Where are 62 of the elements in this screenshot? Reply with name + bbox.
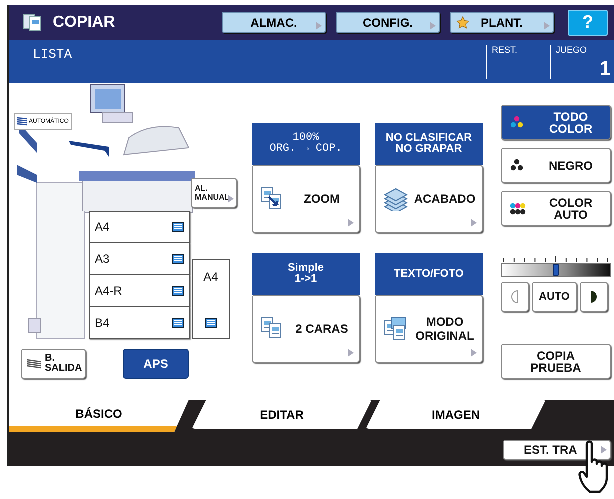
header-button[interactable]: PLANT. bbox=[450, 12, 554, 33]
half-moon-icon bbox=[590, 290, 598, 304]
arrow-icon bbox=[601, 446, 607, 454]
bypass-button[interactable]: AL. MANUAL bbox=[191, 178, 237, 208]
screen-title: COPIAR bbox=[53, 14, 116, 32]
color-dots-icon bbox=[510, 202, 526, 215]
paper-stack-icon bbox=[172, 286, 184, 296]
setting-status: Simple 1->1 bbox=[252, 253, 360, 295]
paper-tray-button[interactable]: A3 bbox=[89, 243, 190, 275]
tab[interactable]: BÁSICO bbox=[9, 400, 189, 432]
arrow-icon bbox=[348, 219, 354, 227]
slider-thumb[interactable] bbox=[553, 264, 559, 276]
document-icon bbox=[384, 187, 408, 211]
color-dots-icon bbox=[510, 116, 526, 129]
tab[interactable]: IMAGEN bbox=[366, 400, 546, 429]
arrow-icon bbox=[430, 22, 436, 30]
tab[interactable]: EDITAR bbox=[192, 400, 372, 429]
aps-button[interactable]: APS bbox=[123, 349, 189, 379]
lighter-button[interactable] bbox=[501, 282, 529, 312]
density-slider[interactable] bbox=[501, 263, 611, 277]
setting-status: 100% ORG. → COP. bbox=[252, 123, 360, 165]
paper-stack-icon bbox=[27, 359, 41, 369]
paper-stack-icon bbox=[17, 117, 27, 126]
arrow-icon bbox=[348, 349, 354, 357]
star-icon bbox=[456, 16, 470, 30]
paper-stack-icon bbox=[172, 222, 184, 232]
paper-tray-button[interactable]: A4 bbox=[89, 211, 190, 243]
function-button[interactable]: ACABADO bbox=[375, 165, 483, 233]
darker-button[interactable] bbox=[580, 282, 608, 312]
paper-stack-icon bbox=[172, 254, 184, 264]
header-button[interactable]: CONFIG. bbox=[336, 12, 440, 33]
color-mode-button[interactable]: TODO COLOR bbox=[501, 105, 611, 140]
header-button[interactable]: ALMAC. bbox=[222, 12, 326, 33]
remaining-label: REST. bbox=[492, 45, 518, 55]
arrow-icon bbox=[316, 22, 322, 30]
sets-label: JUEGO bbox=[556, 45, 588, 55]
exit-tray-button[interactable]: B. SALIDA bbox=[21, 349, 86, 379]
arrow-icon bbox=[471, 349, 477, 357]
setting-status: TEXTO/FOTO bbox=[375, 253, 483, 295]
bypass-tray-button[interactable]: A4 bbox=[192, 259, 230, 339]
copy-icon bbox=[23, 14, 43, 32]
arrow-icon bbox=[544, 22, 550, 30]
color-dots-icon bbox=[510, 159, 526, 172]
paper-tray-button[interactable]: A4-R bbox=[89, 275, 190, 307]
arrow-icon bbox=[228, 195, 234, 203]
arrow-icon bbox=[471, 219, 477, 227]
function-button[interactable]: 2 CARAS bbox=[252, 295, 360, 363]
auto-density-button[interactable]: AUTO bbox=[532, 282, 577, 312]
function-button[interactable]: MODO ORIGINAL bbox=[375, 295, 483, 363]
paper-tray-button[interactable]: B4 bbox=[89, 307, 190, 339]
job-status-button[interactable]: EST. TRA bbox=[503, 440, 611, 460]
proof-copy-button[interactable]: COPIA PRUEBA bbox=[501, 344, 611, 379]
sets-count: 1 bbox=[600, 59, 611, 79]
status-message: LISTA bbox=[33, 47, 72, 62]
document-icon bbox=[384, 317, 408, 341]
setting-status: NO CLASIFICAR NO GRAPAR bbox=[375, 123, 483, 165]
half-moon-icon bbox=[511, 290, 519, 304]
paper-stack-icon bbox=[205, 318, 217, 328]
color-mode-button[interactable]: COLOR AUTO bbox=[501, 191, 611, 226]
color-mode-button[interactable]: NEGRO bbox=[501, 148, 611, 183]
function-button[interactable]: ZOOM bbox=[252, 165, 360, 233]
paper-stack-icon bbox=[172, 318, 184, 328]
